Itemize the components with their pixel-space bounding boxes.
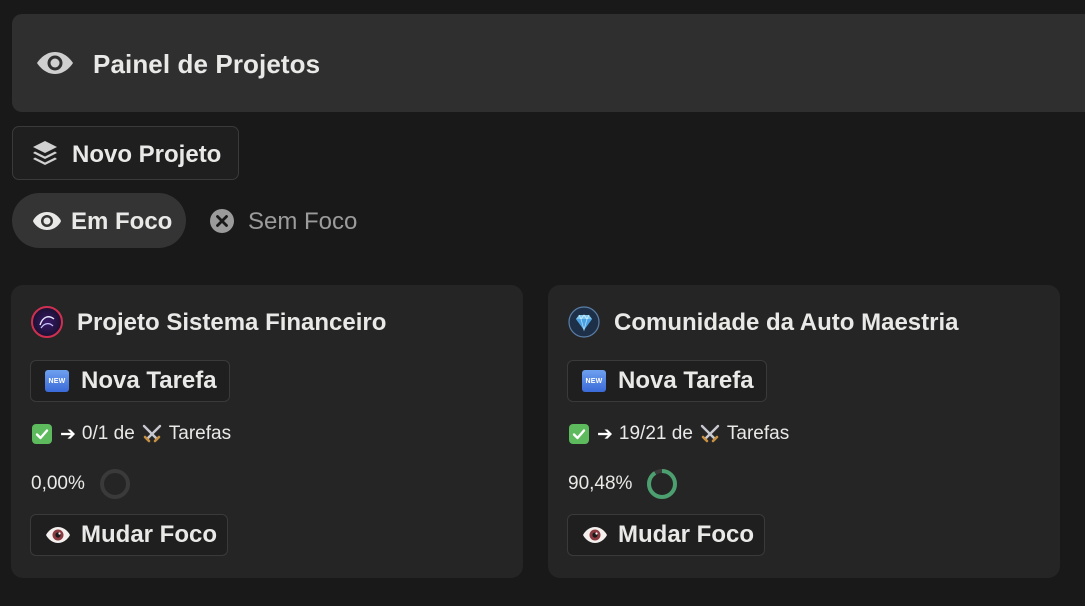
tasks-connector: de: [671, 423, 693, 444]
eye-icon: [46, 527, 70, 543]
projects-dashboard: Painel de Projetos Novo Projeto Em Foco …: [0, 0, 1085, 606]
tasks-count: 19/21: [618, 423, 667, 444]
tab-sem-foco-label: Sem Foco: [248, 208, 358, 235]
eye-icon: [33, 212, 61, 230]
gem-icon: [568, 306, 600, 338]
project-card[interactable]: Comunidade da Auto Maestria NEW Nova Tar…: [548, 285, 1060, 578]
new-badge-icon: NEW: [45, 370, 69, 392]
logo-icon: [31, 306, 63, 338]
new-task-label: Nova Tarefa: [81, 367, 217, 394]
check-icon: [569, 424, 589, 444]
layers-icon: [33, 141, 57, 165]
project-card[interactable]: Projeto Sistema Financeiro NEW Nova Tare…: [11, 285, 523, 578]
x-circle-icon: [210, 209, 234, 233]
tasks-word: Tarefas: [726, 423, 790, 444]
new-project-button[interactable]: Novo Projeto: [12, 126, 239, 180]
tasks-count: 0/1: [81, 423, 109, 444]
progress-ring: [99, 469, 130, 499]
change-focus-button[interactable]: Mudar Foco: [567, 514, 765, 556]
new-task-label: Nova Tarefa: [618, 367, 754, 394]
progress-row: 90,48%: [568, 468, 678, 500]
task-stats: ➔ 0/1 de Tarefas: [32, 422, 231, 446]
tab-em-foco-label: Em Foco: [71, 208, 173, 235]
new-badge-icon: NEW: [582, 370, 606, 392]
project-title: Projeto Sistema Financeiro: [77, 309, 387, 336]
task-stats: ➔ 19/21 de Tarefas: [569, 422, 789, 446]
new-project-label: Novo Projeto: [72, 141, 222, 168]
change-focus-button[interactable]: Mudar Foco: [30, 514, 228, 556]
progress-row: 0,00%: [31, 468, 131, 500]
page-title: Painel de Projetos: [93, 49, 321, 79]
change-focus-label: Mudar Foco: [618, 521, 754, 548]
check-icon: [32, 424, 52, 444]
change-focus-label: Mudar Foco: [81, 521, 217, 548]
new-task-button[interactable]: NEW Nova Tarefa: [30, 360, 230, 402]
project-title: Comunidade da Auto Maestria: [614, 309, 959, 336]
tab-sem-foco[interactable]: Sem Foco: [196, 193, 376, 248]
tasks-word: Tarefas: [168, 423, 232, 444]
progress-percent: 90,48%: [568, 473, 633, 494]
arrow-right-icon: ➔: [597, 423, 613, 445]
tasks-connector: de: [113, 423, 135, 444]
progress-percent: 0,00%: [31, 473, 85, 494]
new-task-button[interactable]: NEW Nova Tarefa: [567, 360, 767, 402]
page-header: Painel de Projetos: [12, 14, 1085, 112]
crossed-swords-icon: [700, 424, 720, 443]
eye-icon: [37, 52, 73, 74]
eye-icon: [583, 527, 607, 543]
progress-ring: [647, 469, 678, 499]
tab-em-foco[interactable]: Em Foco: [12, 193, 186, 248]
crossed-swords-icon: [142, 424, 161, 443]
arrow-right-icon: ➔: [60, 423, 76, 445]
